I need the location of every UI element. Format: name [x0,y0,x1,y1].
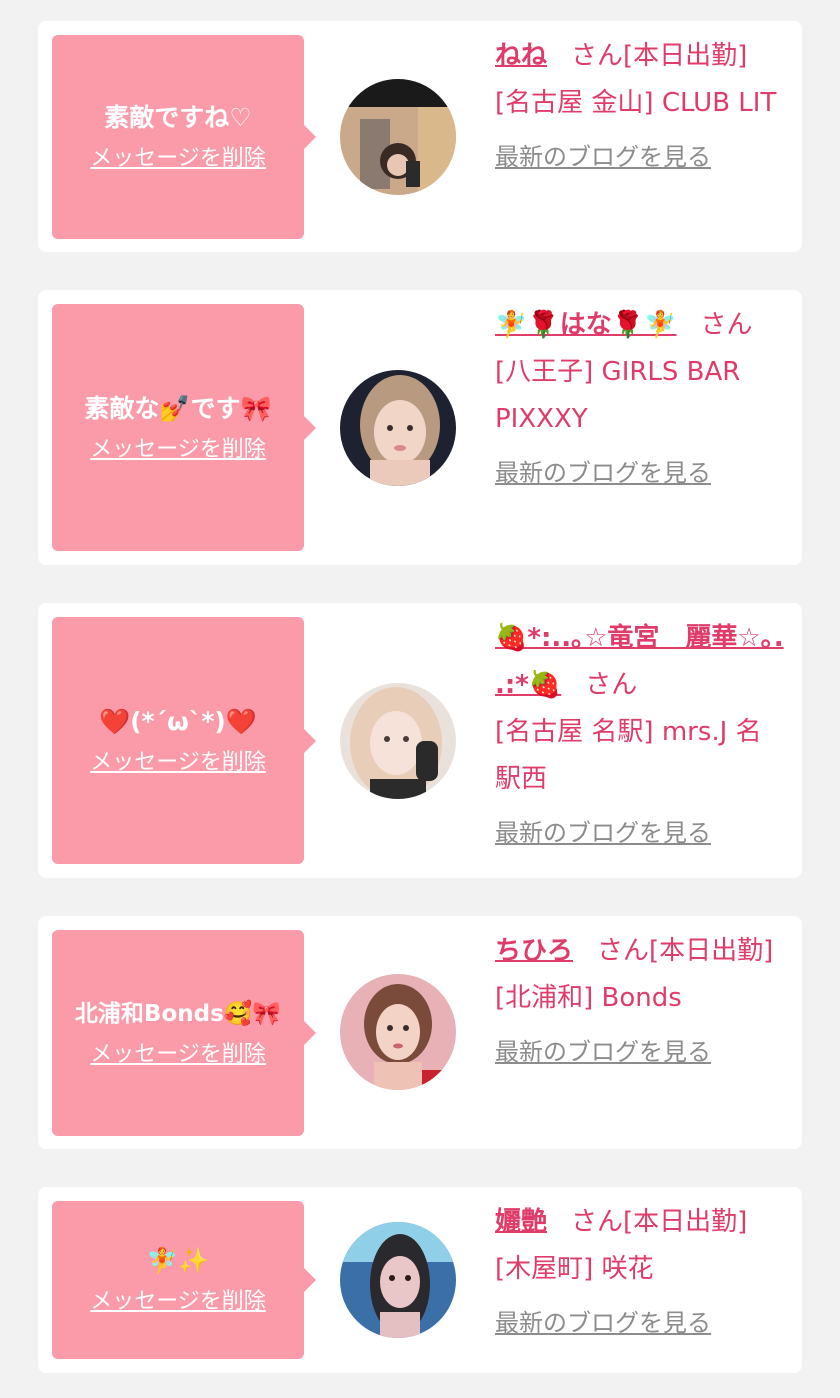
message-card: ❤️(*´ω`*)❤️ メッセージを削除 🍓*:..｡☆竜宮 麗華☆｡. .:*… [38,603,802,878]
delete-message-link[interactable]: メッセージを削除 [90,1041,266,1069]
message-card: 素敵な💅です🎀 メッセージを削除 🧚🌹はな🌹🧚 さん [八王子] GIRLS BA… [38,290,802,565]
message-bubble: 🧚✨ メッセージを削除 [52,1201,316,1359]
message-text: 北浦和Bonds🥰🎀 [74,1001,282,1027]
cast-info: ねね さん[本日出勤] [名古屋 金山] CLUB LIT 最新のブログを見る [495,33,785,181]
shop-info: [北浦和] Bonds [495,983,682,1013]
message-bubble: ❤️(*´ω`*)❤️ メッセージを削除 [52,617,316,864]
message-text: 素敵ですね♡ [104,103,252,132]
attendance-status: [本日出勤] [623,41,748,71]
cast-name-link[interactable]: 孋艶 [495,1207,547,1237]
cast-name-link[interactable]: ちひろ [495,936,573,966]
message-card: 🧚✨ メッセージを削除 孋艶 さん[本日出勤] [木屋町] 咲花 最新のブログを見… [38,1187,802,1373]
latest-blog-link[interactable]: 最新のブログを見る [495,1305,711,1341]
cast-name-link[interactable]: 🍓*:..｡☆竜宮 麗華☆｡. .:*🍓 [495,623,784,700]
delete-message-link[interactable]: メッセージを削除 [90,749,266,777]
honorific: さん [700,310,753,340]
cast-info: 孋艶 さん[本日出勤] [木屋町] 咲花 最新のブログを見る [495,1199,785,1347]
honorific: さん [571,41,624,71]
attendance-status: [本日出勤] [623,1207,748,1237]
message-card: 北浦和Bonds🥰🎀 メッセージを削除 ちひろ さん[本日出勤] [北浦和] Bo… [38,916,802,1149]
message-card: 素敵ですね♡ メッセージを削除 ねね さん[本日出勤] [名古屋 金山] CLUB… [38,21,802,252]
delete-message-link[interactable]: メッセージを削除 [90,436,266,464]
cast-info: 🧚🌹はな🌹🧚 さん [八王子] GIRLS BAR PIXXXY 最新のブログを見… [495,302,785,497]
cast-info: ちひろ さん[本日出勤] [北浦和] Bonds 最新のブログを見る [495,928,785,1076]
honorific: さん [571,1207,624,1237]
message-bubble: 素敵ですね♡ メッセージを削除 [52,35,316,239]
shop-info: [名古屋 名駅] mrs.J 名駅西 [495,717,762,794]
message-bubble: 北浦和Bonds🥰🎀 メッセージを削除 [52,930,316,1136]
message-text: ❤️(*´ω`*)❤️ [99,706,257,736]
delete-message-link[interactable]: メッセージを削除 [90,145,266,173]
cast-name-link[interactable]: 🧚🌹はな🌹🧚 [495,310,677,340]
cast-info: 🍓*:..｡☆竜宮 麗華☆｡. .:*🍓 さん [名古屋 名駅] mrs.J 名駅… [495,615,785,857]
latest-blog-link[interactable]: 最新のブログを見る [495,455,711,491]
cast-name-link[interactable]: ねね [495,41,547,71]
shop-info: [名古屋 金山] CLUB LIT [495,88,777,118]
latest-blog-link[interactable]: 最新のブログを見る [495,139,711,175]
message-text: 🧚✨ [146,1246,210,1275]
latest-blog-link[interactable]: 最新のブログを見る [495,815,711,851]
avatar[interactable] [340,79,456,195]
avatar[interactable] [340,974,456,1090]
shop-info: [木屋町] 咲花 [495,1254,654,1284]
avatar[interactable] [340,370,456,486]
attendance-status: [本日出勤] [649,936,774,966]
avatar[interactable] [340,683,456,799]
shop-info: [八王子] GIRLS BAR PIXXXY [495,357,741,434]
avatar[interactable] [340,1222,456,1338]
honorific: さん [597,936,650,966]
message-text: 素敵な💅です🎀 [84,393,272,423]
delete-message-link[interactable]: メッセージを削除 [90,1288,266,1316]
favorites-message-list: 素敵ですね♡ メッセージを削除 ねね さん[本日出勤] [名古屋 金山] CLUB… [0,0,840,1398]
honorific: さん [585,670,638,700]
latest-blog-link[interactable]: 最新のブログを見る [495,1034,711,1070]
message-bubble: 素敵な💅です🎀 メッセージを削除 [52,304,316,551]
